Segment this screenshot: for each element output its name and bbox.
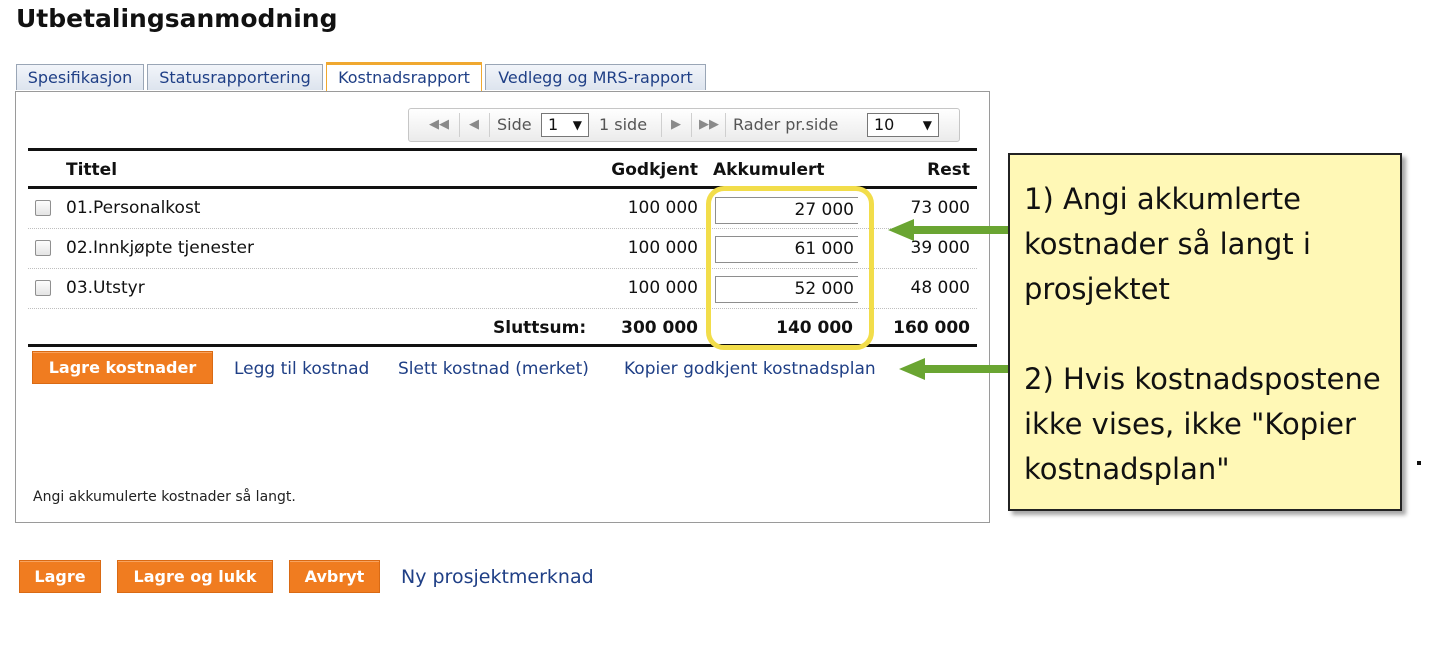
row-title: 01.Personalkost xyxy=(66,198,201,218)
stray-dot xyxy=(1417,461,1421,465)
total-label: Sluttsum: xyxy=(493,318,587,338)
rows-per-page-select[interactable]: 10 ▼ xyxy=(867,113,939,137)
page-select[interactable]: 1 ▼ xyxy=(541,113,589,137)
column-header-accumulated: Akkumulert xyxy=(713,160,825,180)
pager-separator xyxy=(691,113,692,137)
callout-line: 2) Hvis kostnadspostene xyxy=(1024,362,1381,396)
first-page-icon[interactable]: ◀◀ xyxy=(429,115,449,135)
page-title: Utbetalingsanmodning xyxy=(16,4,338,33)
rows-per-page-label: Rader pr.side xyxy=(733,115,839,134)
rows-per-page-value: 10 xyxy=(874,115,895,134)
pager-separator xyxy=(661,113,662,137)
callout-spacer xyxy=(1024,312,1400,357)
hint-text: Angi akkumulerte kostnader så langt. xyxy=(33,489,296,505)
callout-line: kostnadsplan" xyxy=(1024,452,1230,486)
row-title: 03.Utstyr xyxy=(66,278,145,298)
table-top-rule xyxy=(28,148,977,151)
next-page-icon[interactable]: ▶ xyxy=(666,115,686,135)
tab-spesifikasjon[interactable]: Spesifikasjon xyxy=(16,64,144,90)
column-header-approved: Godkjent xyxy=(611,160,698,180)
total-rest: 160 000 xyxy=(893,318,970,338)
pager-separator xyxy=(459,113,460,137)
total-approved: 300 000 xyxy=(621,318,698,338)
tab-vedlegg-mrs[interactable]: Vedlegg og MRS-rapport xyxy=(485,64,706,90)
arrow-left-icon xyxy=(899,358,1019,380)
chevron-down-icon: ▼ xyxy=(922,118,932,132)
row-checkbox[interactable] xyxy=(35,200,51,216)
save-and-close-button[interactable]: Lagre og lukk xyxy=(117,560,273,593)
save-button[interactable]: Lagre xyxy=(19,560,101,593)
pager: ◀◀ ◀ Side 1 ▼ 1 side ▶ ▶▶ Rader pr.side … xyxy=(408,108,960,142)
row-checkbox[interactable] xyxy=(35,240,51,256)
callout-line: kostnader så langt i xyxy=(1024,227,1311,261)
arrow-left-icon xyxy=(888,219,1016,241)
accumulated-highlight xyxy=(706,186,874,350)
pager-separator xyxy=(725,113,726,137)
callout-line: 1) Angi akkumlerte xyxy=(1024,182,1302,216)
callout-line: prosjektet xyxy=(1024,272,1170,306)
pager-separator xyxy=(489,113,490,137)
tab-kostnadsrapport[interactable]: Kostnadsrapport xyxy=(326,62,482,92)
prev-page-icon[interactable]: ◀ xyxy=(464,115,484,135)
tab-statusrapportering[interactable]: Statusrapportering xyxy=(147,64,323,90)
add-cost-link[interactable]: Legg til kostnad xyxy=(234,359,369,379)
row-checkbox[interactable] xyxy=(35,280,51,296)
page-select-value: 1 xyxy=(548,115,559,134)
row-rest: 48 000 xyxy=(910,278,970,298)
row-approved: 100 000 xyxy=(627,198,698,218)
instruction-callout: 1) Angi akkumlerte kostnader så langt i … xyxy=(1008,153,1402,511)
cancel-button[interactable]: Avbryt xyxy=(289,560,380,593)
page-label: Side xyxy=(497,115,532,134)
chevron-down-icon: ▼ xyxy=(572,118,582,132)
row-approved: 100 000 xyxy=(627,238,698,258)
column-header-rest: Rest xyxy=(927,160,970,180)
copy-cost-plan-link[interactable]: Kopier godkjent kostnadsplan xyxy=(624,359,876,379)
last-page-icon[interactable]: ▶▶ xyxy=(699,115,719,135)
delete-cost-link[interactable]: Slett kostnad (merket) xyxy=(398,359,589,379)
new-project-note-link[interactable]: Ny prosjektmerknad xyxy=(401,566,594,588)
save-costs-button[interactable]: Lagre kostnader xyxy=(32,351,213,384)
callout-line: ikke vises, ikke "Kopier xyxy=(1024,407,1356,441)
row-title: 02.Innkjøpte tjenester xyxy=(66,238,254,258)
column-header-title: Tittel xyxy=(66,160,118,180)
page-count: 1 side xyxy=(599,115,648,134)
row-approved: 100 000 xyxy=(627,278,698,298)
